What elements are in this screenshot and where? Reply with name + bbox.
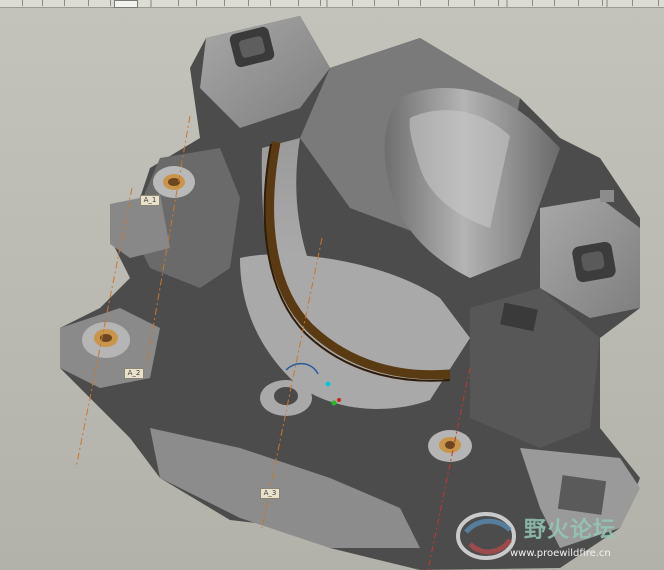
toolbar-button[interactable] (24, 0, 43, 6)
center-boss-hole (274, 387, 298, 405)
toolbar-button[interactable] (162, 0, 179, 6)
toolbar-button[interactable] (334, 0, 353, 6)
triad-point-cyan (325, 381, 331, 387)
watermark-title: 野火论坛 (524, 518, 617, 543)
toolbar-button[interactable] (282, 0, 299, 6)
toolbar-button[interactable] (252, 0, 271, 6)
toolbar-button[interactable] (614, 0, 633, 6)
toolbar-button[interactable] (206, 0, 225, 6)
toolbar-button[interactable] (232, 0, 249, 6)
watermark-url: www.proewildfire.cn (510, 548, 611, 559)
toolbar-button[interactable] (44, 0, 65, 6)
toolbar-button[interactable] (66, 0, 89, 6)
toolbar-button[interactable] (302, 0, 321, 6)
graphics-viewport[interactable]: A_1 A_2 A_3 野火论坛 www.proewildfire.cn (0, 8, 664, 570)
triad-point-green (331, 400, 337, 406)
boss-right-core (445, 441, 455, 449)
toolbar-separator (326, 0, 328, 7)
toolbar-separator (506, 0, 508, 7)
toolbar-button[interactable] (514, 0, 533, 6)
toolbar-button[interactable] (404, 0, 421, 6)
cad-application: A_1 A_2 A_3 野火论坛 www.proewildfire.cn (0, 0, 664, 570)
toolbar-separator (150, 0, 152, 7)
top-toolbar (0, 0, 664, 8)
triad-point-red (337, 398, 341, 402)
toolbar-button[interactable] (536, 0, 555, 6)
datum-tag-a2[interactable]: A_2 (124, 368, 144, 379)
toolbar-button[interactable] (180, 0, 197, 6)
toolbar-button[interactable] (430, 0, 449, 6)
toolbar-button[interactable] (356, 0, 375, 6)
toolbar-button[interactable] (92, 0, 111, 6)
housing-part[interactable] (60, 16, 640, 570)
toolbar-button-active[interactable] (114, 0, 138, 8)
boss-a1-core (168, 178, 180, 186)
toolbar-button[interactable] (482, 0, 499, 6)
cad-model-view[interactable] (0, 8, 664, 570)
datum-tag-a3[interactable]: A_3 (260, 488, 280, 499)
toolbar-button[interactable] (456, 0, 475, 6)
toolbar-button[interactable] (560, 0, 579, 6)
watermark: 野火论坛 www.proewildfire.cn (452, 504, 660, 566)
toolbar-button[interactable] (584, 0, 603, 6)
datum-tag-a1[interactable]: A_1 (140, 195, 160, 206)
toolbar-button[interactable] (638, 0, 659, 6)
toolbar-button[interactable] (380, 0, 399, 6)
toolbar-button[interactable] (0, 0, 23, 6)
right-pin (600, 190, 614, 202)
toolbar-separator (606, 0, 608, 7)
